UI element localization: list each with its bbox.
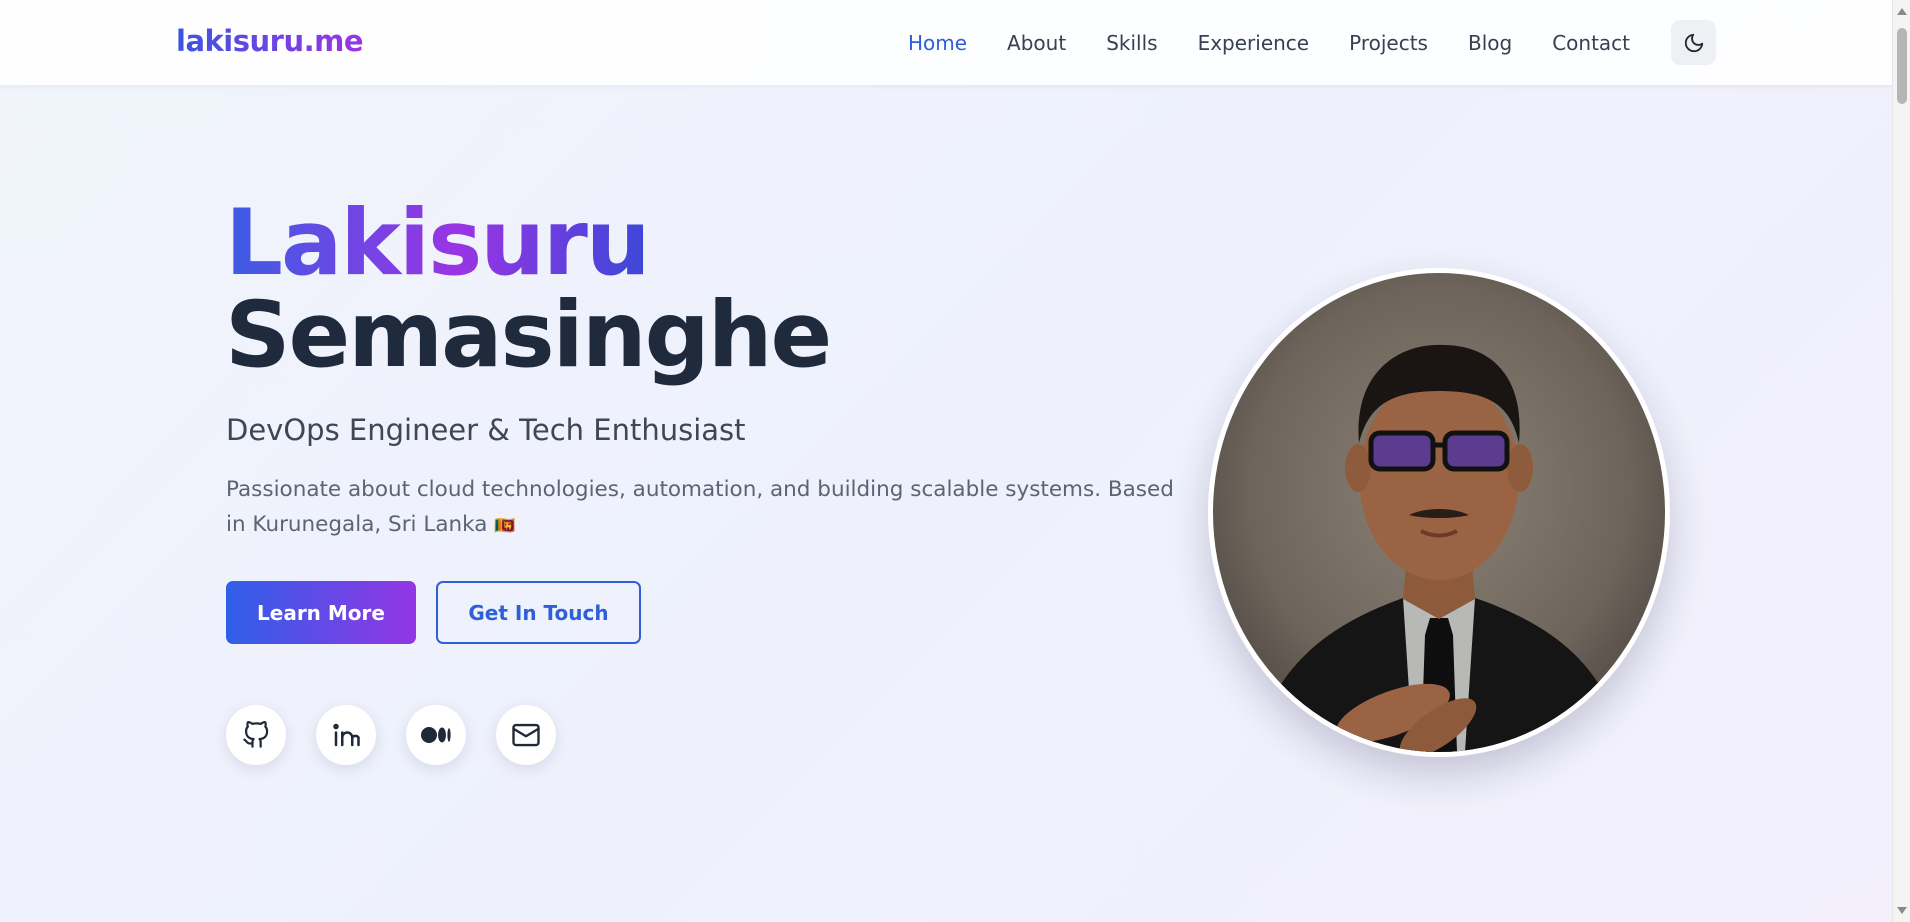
hero-description-text: Passionate about cloud technologies, aut…: [226, 477, 1174, 537]
nav-link-contact[interactable]: Contact: [1552, 31, 1630, 55]
scroll-up-arrow-icon[interactable]: [1897, 8, 1907, 15]
hero-last-name: Semasinghe: [225, 283, 832, 388]
medium-link[interactable]: [406, 705, 466, 765]
hero-first-name: Lakisuru: [225, 191, 651, 296]
nav-link-blog[interactable]: Blog: [1468, 31, 1512, 55]
nav-link-projects[interactable]: Projects: [1349, 31, 1428, 55]
moon-icon: [1684, 33, 1703, 52]
github-icon: [243, 721, 269, 748]
get-in-touch-button[interactable]: Get In Touch: [436, 581, 641, 644]
nav-link-skills[interactable]: Skills: [1106, 31, 1157, 55]
nav-link-about[interactable]: About: [1007, 31, 1066, 55]
linkedin-link[interactable]: [316, 705, 376, 765]
mail-icon: [512, 723, 540, 747]
hero-role: DevOps Engineer & Tech Enthusiast: [226, 413, 746, 447]
learn-more-button[interactable]: Learn More: [226, 581, 416, 644]
page-scrollbar[interactable]: [1892, 0, 1910, 922]
flag-icon: 🇱🇰: [494, 516, 516, 536]
hero-description: Passionate about cloud technologies, aut…: [226, 472, 1186, 544]
theme-toggle-button[interactable]: [1671, 20, 1716, 65]
profile-photo-illustration: [1213, 273, 1665, 752]
email-link[interactable]: [496, 705, 556, 765]
linkedin-icon: [333, 723, 360, 747]
main-nav: Home About Skills Experience Projects Bl…: [908, 0, 1630, 86]
profile-photo: [1208, 268, 1670, 757]
navbar: lakisuru.me Home About Skills Experience…: [0, 0, 1892, 86]
nav-link-experience[interactable]: Experience: [1198, 31, 1310, 55]
medium-icon: [421, 727, 451, 743]
nav-link-home[interactable]: Home: [908, 31, 967, 55]
brand-logo[interactable]: lakisuru.me: [176, 24, 364, 58]
github-link[interactable]: [226, 705, 286, 765]
scroll-thumb[interactable]: [1897, 28, 1907, 104]
scroll-down-arrow-icon[interactable]: [1897, 907, 1907, 914]
